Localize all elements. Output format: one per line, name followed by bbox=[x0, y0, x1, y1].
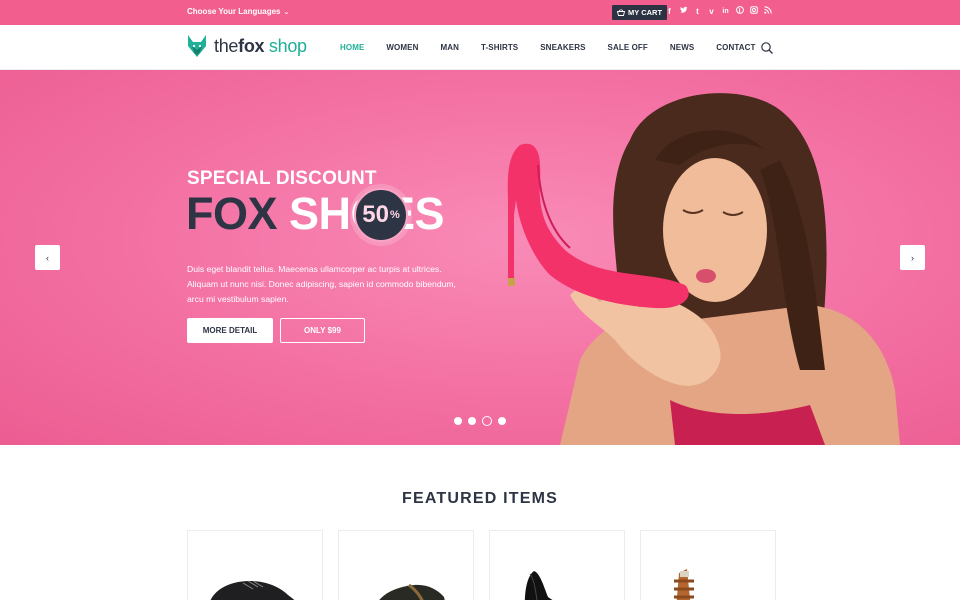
hero-description: Duis eget blandit tellus. Maecenas ullam… bbox=[187, 264, 456, 304]
main-header: thefox shop HOME WOMEN MAN T-SHIRTS SNEA… bbox=[0, 25, 960, 70]
nav-man[interactable]: MAN bbox=[429, 43, 470, 52]
rss-icon[interactable] bbox=[763, 6, 772, 18]
featured-item-card[interactable] bbox=[640, 530, 776, 600]
cart-button[interactable]: MY CART bbox=[612, 5, 668, 20]
tan-sandal-image bbox=[674, 569, 694, 600]
twitter-icon[interactable] bbox=[679, 6, 688, 18]
discount-badge: 50% bbox=[354, 188, 408, 242]
pinterest-icon[interactable] bbox=[735, 6, 744, 18]
nav-sneakers[interactable]: SNEAKERS bbox=[529, 43, 596, 52]
top-bar: Choose Your Languages ⌄ MY CART f t v in bbox=[0, 0, 960, 25]
featured-item-card[interactable] bbox=[489, 530, 625, 600]
logo-part-shop: shop bbox=[264, 35, 307, 56]
dark-sneaker-image bbox=[379, 583, 445, 600]
logo-text: thefox shop bbox=[214, 36, 307, 57]
featured-item-card[interactable] bbox=[187, 530, 323, 600]
slider-dot-1[interactable] bbox=[454, 417, 462, 425]
hero-model-image bbox=[507, 93, 900, 445]
hero-slider: SPECIAL DISCOUNT FOX SHOES 50% Duis eget… bbox=[0, 70, 960, 445]
site-logo[interactable]: thefox shop bbox=[186, 34, 307, 58]
search-icon[interactable] bbox=[760, 41, 774, 55]
chevron-down-icon: ⌄ bbox=[283, 8, 290, 16]
discount-value: 50 bbox=[362, 201, 389, 228]
fox-logo-icon bbox=[188, 35, 206, 57]
hero-subtitle: SPECIAL DISCOUNT bbox=[187, 168, 377, 189]
slider-dot-4[interactable] bbox=[498, 417, 506, 425]
nav-sale-off[interactable]: SALE OFF bbox=[597, 43, 659, 52]
nav-contact[interactable]: CONTACT bbox=[705, 43, 766, 52]
black-oxford-shoe-image bbox=[210, 580, 295, 600]
slider-next-button[interactable]: › bbox=[900, 245, 925, 270]
main-nav: HOME WOMEN MAN T-SHIRTS SNEAKERS SALE OF… bbox=[329, 25, 767, 70]
black-heel-image bbox=[524, 571, 553, 600]
nav-home[interactable]: HOME bbox=[329, 43, 375, 52]
nav-women[interactable]: WOMEN bbox=[375, 43, 429, 52]
linkedin-icon[interactable]: in bbox=[721, 6, 730, 18]
hero-title-dark: FOX bbox=[186, 188, 278, 239]
logo-part-fox: fox bbox=[238, 35, 265, 56]
tumblr-icon[interactable]: t bbox=[693, 6, 702, 18]
slider-dot-3[interactable] bbox=[482, 416, 492, 426]
featured-items-grid bbox=[187, 530, 776, 600]
more-detail-button[interactable]: MORE DETAIL bbox=[187, 318, 273, 343]
slider-prev-button[interactable]: ‹ bbox=[35, 245, 60, 270]
language-selector[interactable]: Choose Your Languages ⌄ bbox=[187, 7, 289, 16]
nav-t-shirts[interactable]: T-SHIRTS bbox=[470, 43, 529, 52]
vimeo-icon[interactable]: v bbox=[707, 6, 716, 18]
chevron-left-icon: ‹ bbox=[46, 252, 49, 263]
slider-dots bbox=[454, 416, 506, 426]
discount-unit: % bbox=[389, 209, 400, 221]
facebook-icon[interactable]: f bbox=[665, 6, 674, 18]
slider-dot-2[interactable] bbox=[468, 417, 476, 425]
featured-item-card[interactable] bbox=[338, 530, 474, 600]
only-price-button[interactable]: ONLY $99 bbox=[280, 318, 365, 343]
instagram-icon[interactable] bbox=[749, 6, 758, 18]
chevron-right-icon: › bbox=[911, 252, 914, 263]
nav-news[interactable]: NEWS bbox=[659, 43, 705, 52]
basket-icon bbox=[617, 9, 625, 16]
social-links: f t v in bbox=[665, 6, 772, 18]
logo-part-the: the bbox=[214, 35, 239, 56]
featured-items-heading: FEATURED ITEMS bbox=[401, 490, 559, 507]
language-label: Choose Your Languages bbox=[187, 7, 281, 16]
cart-label: MY CART bbox=[628, 8, 663, 17]
